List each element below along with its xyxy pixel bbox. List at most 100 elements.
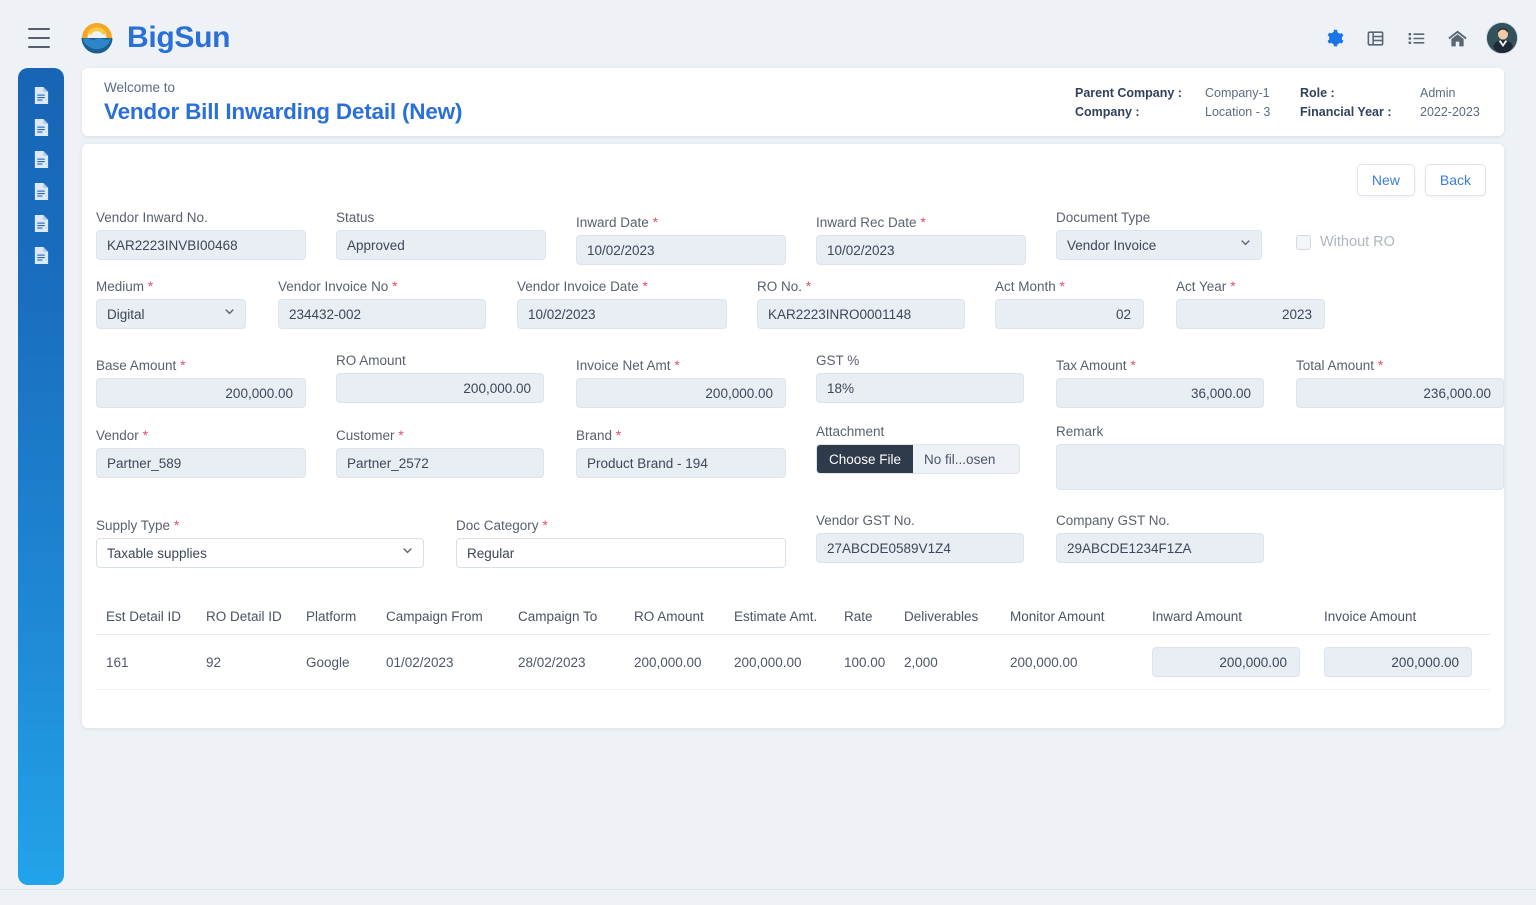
field-customer: Customer * <box>336 427 544 478</box>
tax-amount-input[interactable] <box>1056 378 1264 408</box>
required-marker: * <box>652 214 659 230</box>
ro-no-label: RO No. * <box>757 278 812 294</box>
vendor-input[interactable] <box>96 448 306 478</box>
medium-select[interactable]: Digital <box>96 299 246 329</box>
parent-company-label: Parent Company : <box>1075 85 1182 100</box>
page-title-block: Welcome to Vendor Bill Inwarding Detail … <box>104 79 462 124</box>
cell-ro-detail-id: 92 <box>196 634 296 690</box>
field-vendor-invoice-date: Vendor Invoice Date * <box>517 278 727 329</box>
company-gst-no-input[interactable] <box>1056 533 1264 563</box>
required-marker: * <box>674 357 680 373</box>
brand-logo-group[interactable]: BigSun <box>76 17 230 59</box>
meta-values-right: Admin 2022-2023 <box>1420 86 1482 119</box>
ro-amount-input[interactable] <box>336 373 544 403</box>
remark-textarea[interactable] <box>1056 444 1504 490</box>
field-gst-percent: GST % <box>816 353 1024 403</box>
cell-ro-amount: 200,000.00 <box>624 634 724 690</box>
avatar[interactable] <box>1486 22 1518 54</box>
field-inward-date: Inward Date * <box>576 214 786 265</box>
gear-icon[interactable] <box>1322 26 1346 50</box>
th-ro-detail-id: RO Detail ID <box>196 600 296 635</box>
top-bar-actions <box>1322 22 1518 54</box>
table-row: 161 92 Google 01/02/2023 28/02/2023 200,… <box>96 634 1490 690</box>
remark-label: Remark <box>1056 424 1104 439</box>
parent-company-value: Company-1 <box>1205 85 1270 100</box>
total-amount-input[interactable] <box>1296 378 1504 408</box>
brand-name: BigSun <box>127 21 231 54</box>
new-button[interactable]: New <box>1356 164 1415 196</box>
vendor-invoice-no-input[interactable] <box>278 299 486 329</box>
act-month-label: Act Month * <box>995 278 1065 294</box>
ro-no-input[interactable] <box>757 299 965 329</box>
back-button[interactable]: Back <box>1424 164 1486 196</box>
invoice-net-amt-input[interactable] <box>576 378 786 408</box>
invoice-amount-input[interactable] <box>1324 647 1472 677</box>
doc-category-input[interactable] <box>456 538 786 568</box>
inward-date-input[interactable] <box>576 235 786 265</box>
ro-amount-label: RO Amount <box>336 353 406 368</box>
field-medium: Medium * Digital <box>96 278 246 329</box>
meta-labels-left: Parent Company : Company : <box>1075 86 1205 119</box>
cell-inward-amount <box>1142 634 1314 690</box>
company-gst-no-label: Company GST No. <box>1056 513 1170 528</box>
top-bar: BigSun <box>0 0 1536 76</box>
required-marker: * <box>642 278 648 294</box>
context-meta: Parent Company : Company : Company-1 Loc… <box>1075 86 1482 119</box>
required-marker: * <box>1130 357 1136 373</box>
company-label: Company : <box>1075 104 1140 119</box>
financial-year-value: 2022-2023 <box>1420 104 1480 119</box>
field-total-amount: Total Amount * <box>1296 357 1504 408</box>
th-invoice-amount: Invoice Amount <box>1314 600 1490 635</box>
role-label: Role : <box>1300 85 1335 100</box>
required-marker: * <box>1377 357 1384 373</box>
required-marker: * <box>805 278 812 294</box>
th-inward-amount: Inward Amount <box>1142 600 1314 635</box>
vendor-gst-no-input[interactable] <box>816 533 1024 563</box>
status-label: Status <box>336 210 375 225</box>
act-month-input[interactable] <box>995 299 1144 329</box>
attachment-file-input[interactable]: Choose File No fil...osen <box>816 444 1020 474</box>
inward-amount-input[interactable] <box>1152 647 1300 677</box>
sidebar-item-document-3[interactable] <box>29 148 53 170</box>
brand-label: Brand * <box>576 427 622 443</box>
field-tax-amount: Tax Amount * <box>1056 357 1264 408</box>
sidebar-item-document-6[interactable] <box>29 244 53 266</box>
gst-percent-input[interactable] <box>816 373 1024 403</box>
inward-rec-date-label: Inward Rec Date * <box>816 214 926 230</box>
bigsun-logo-icon <box>76 17 118 59</box>
field-status: Status <box>336 210 546 260</box>
status-input[interactable] <box>336 230 546 260</box>
cell-est-detail-id: 161 <box>96 634 196 690</box>
cell-rate: 100.00 <box>834 634 894 690</box>
hamburger-icon[interactable] <box>28 28 54 48</box>
document-type-select[interactable]: Vendor Invoice <box>1056 230 1262 260</box>
field-without-ro[interactable]: Without RO <box>1296 234 1395 250</box>
without-ro-checkbox[interactable] <box>1296 234 1311 250</box>
th-est-detail-id: Est Detail ID <box>96 600 196 635</box>
field-doc-category: Doc Category * <box>456 517 786 568</box>
required-marker: * <box>142 427 149 443</box>
customer-input[interactable] <box>336 448 544 478</box>
table-icon[interactable] <box>1363 26 1387 50</box>
list-icon[interactable] <box>1404 26 1428 50</box>
required-marker: * <box>542 517 548 533</box>
sidebar-item-document-1[interactable] <box>29 84 53 106</box>
supply-type-select[interactable]: Taxable supplies <box>96 538 424 568</box>
field-company-gst-no: Company GST No. <box>1056 513 1264 563</box>
form-row-5: Supply Type * Taxable supplies Doc Categ… <box>96 513 1490 587</box>
inward-rec-date-input[interactable] <box>816 235 1026 265</box>
act-year-input[interactable] <box>1176 299 1325 329</box>
sidebar-item-document-4[interactable] <box>29 180 53 202</box>
cell-campaign-from: 01/02/2023 <box>376 634 508 690</box>
sidebar-item-document-2[interactable] <box>29 116 53 138</box>
sidebar-item-document-5[interactable] <box>29 212 53 234</box>
base-amount-input[interactable] <box>96 378 306 408</box>
brand-input[interactable] <box>576 448 786 478</box>
choose-file-button[interactable]: Choose File <box>817 445 914 473</box>
vendor-invoice-date-input[interactable] <box>517 299 727 329</box>
vendor-inward-no-input[interactable] <box>96 230 306 260</box>
home-icon[interactable] <box>1445 26 1469 50</box>
form-row-4: Vendor * Customer * Brand * Attachment C… <box>96 424 1504 517</box>
field-vendor-gst-no: Vendor GST No. <box>816 513 1024 563</box>
form-actions: New Back <box>1356 164 1486 196</box>
